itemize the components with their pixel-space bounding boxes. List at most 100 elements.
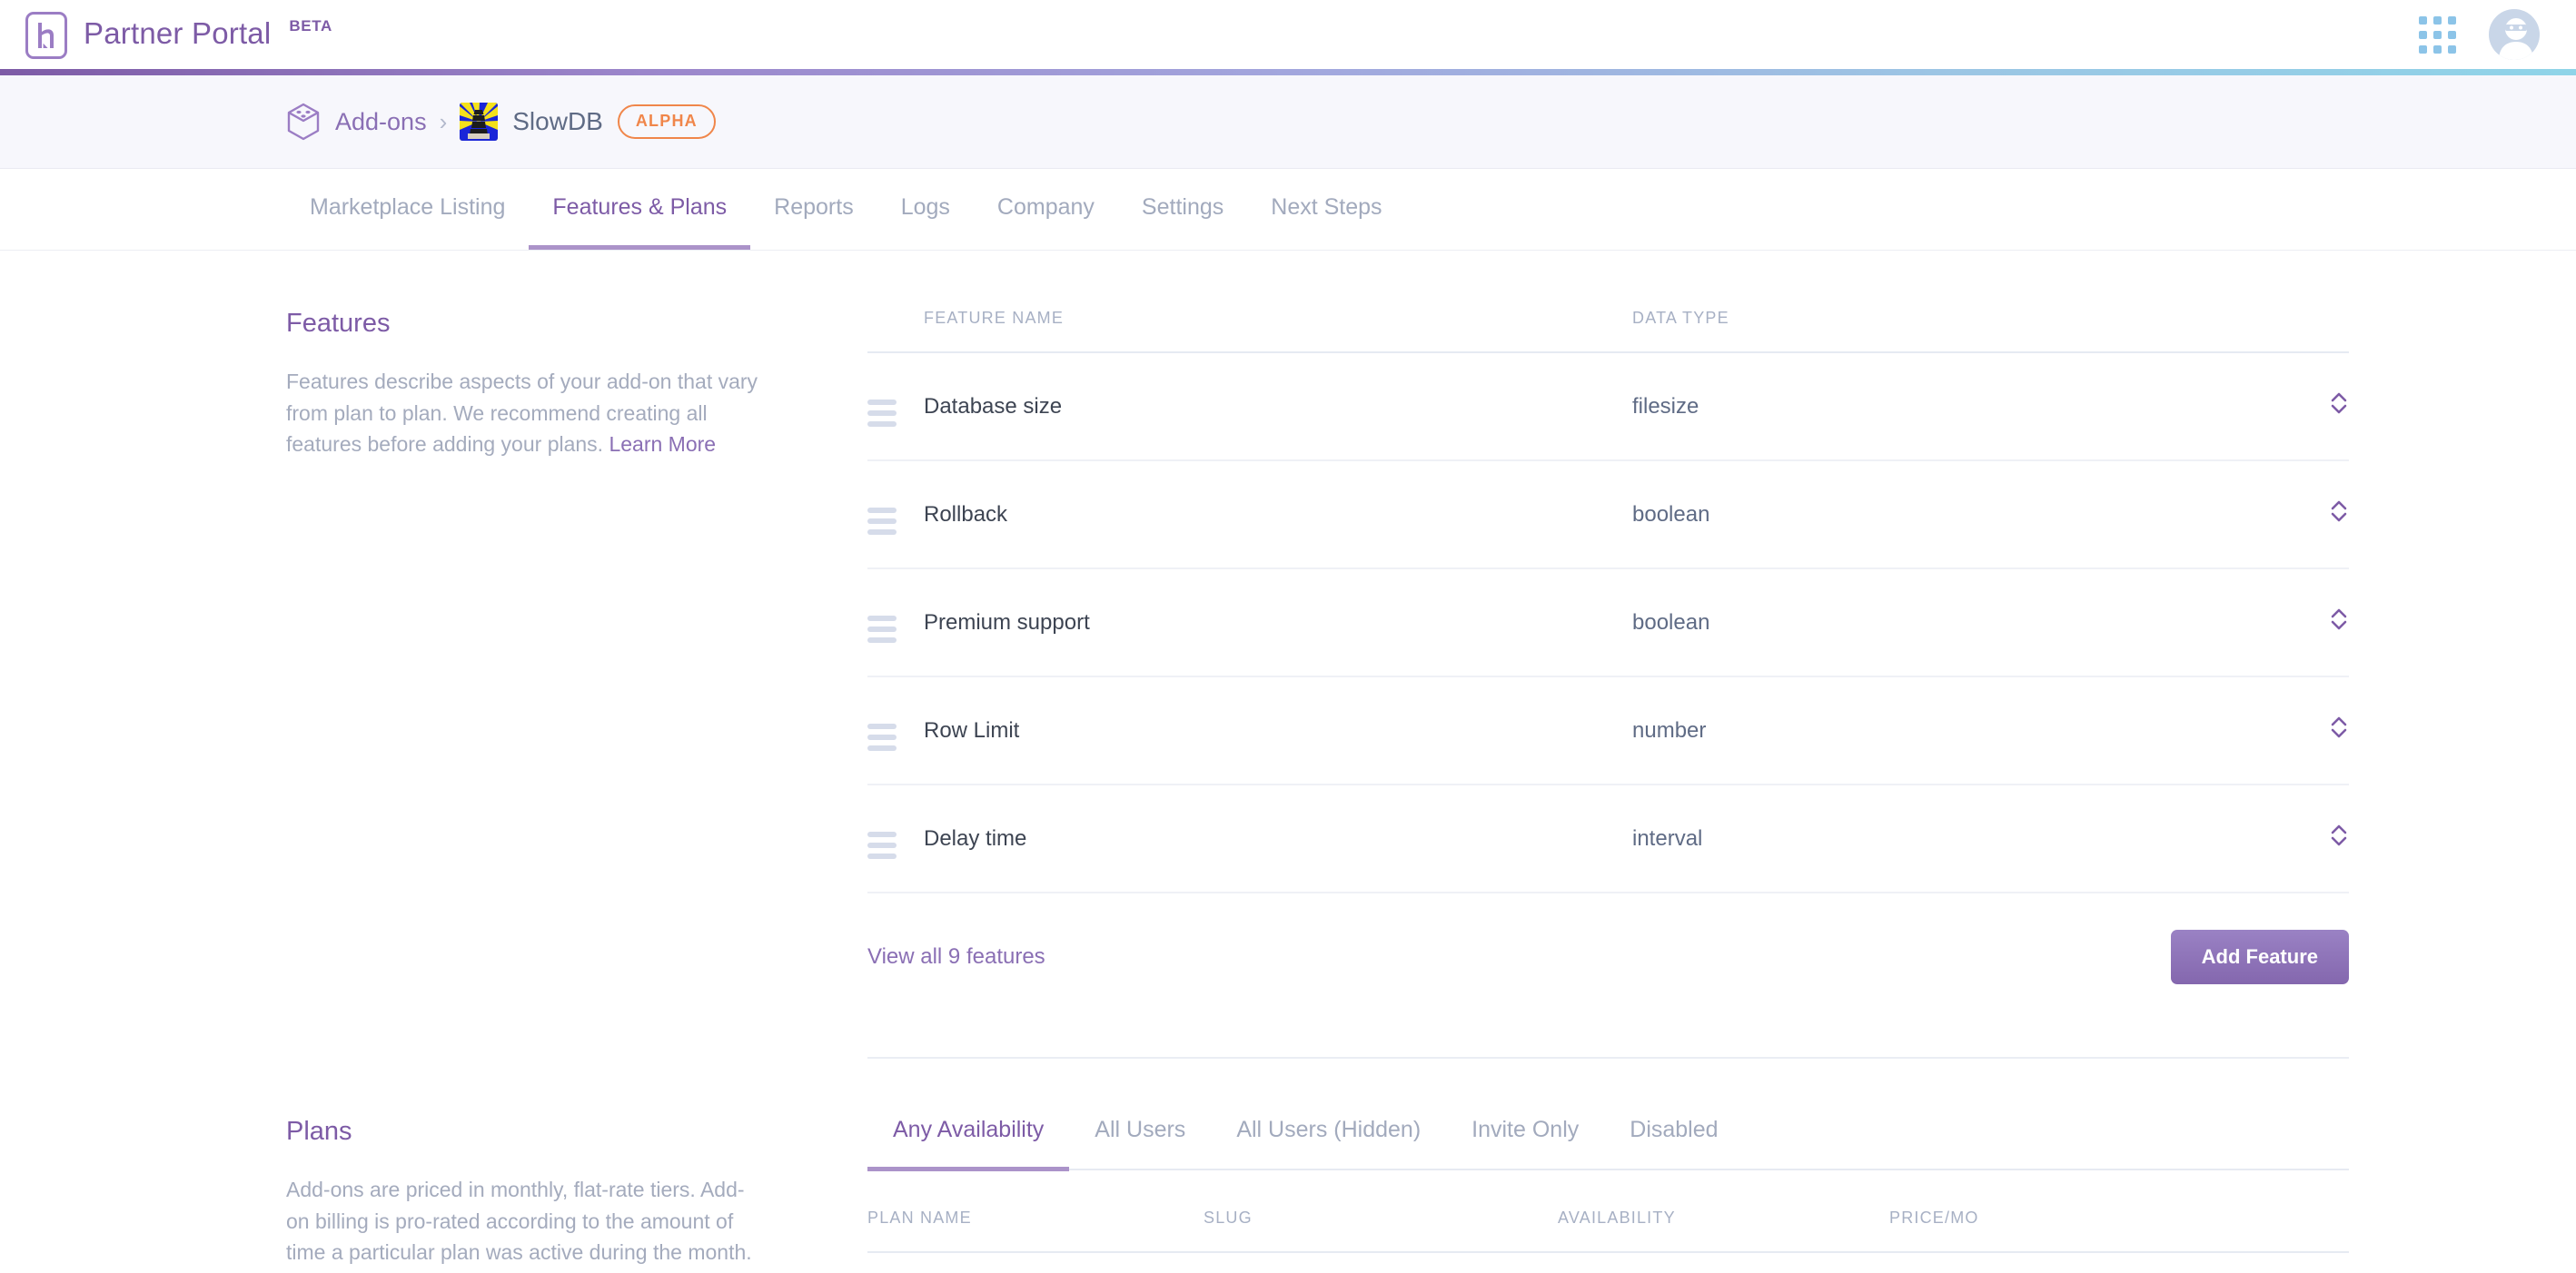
features-col-handle [867,309,924,353]
feature-drag-handle[interactable] [867,352,924,461]
breadcrumb-item-addon[interactable]: SlowDB [460,103,603,141]
plans-table: PLAN NAME SLUG AVAILABILITY PRICE/MO Dem… [867,1170,2349,1273]
page-body: Features Features describe aspects of yo… [0,251,2576,1273]
plans-col-availability: AVAILABILITY [1558,1170,1889,1253]
table-row[interactable]: Demo demo-db Invite Only $0.00 [867,1252,2349,1273]
features-heading: Features [286,309,391,338]
chevron-up-down-icon [2331,500,2347,522]
feature-data-type: filesize [1632,352,2285,461]
view-all-features-link[interactable]: View all 9 features [867,944,1045,970]
breadcrumb: Add-ons › SlowDB ALPHA [0,75,2576,169]
features-section: Features Features describe aspects of yo… [286,251,2349,1059]
features-col-type: DATA TYPE [1632,309,2285,353]
plan-price: $0.00 [1889,1252,2285,1273]
features-col-name: FEATURE NAME [924,309,1632,353]
slowdb-addon-artwork-icon [460,103,499,141]
drag-handle-icon[interactable] [867,832,897,859]
tab-next-steps[interactable]: Next Steps [1247,169,1405,250]
features-aside: Features Features describe aspects of yo… [286,309,867,1059]
feature-sort-control[interactable] [2285,676,2349,785]
add-feature-button[interactable]: Add Feature [2170,930,2349,984]
features-header-row: FEATURE NAME DATA TYPE [867,309,2349,353]
feature-sort-control[interactable] [2285,460,2349,569]
table-row[interactable]: Row Limit number [867,676,2349,785]
section-divider [867,1057,2349,1059]
features-table: FEATURE NAME DATA TYPE Database size fil… [867,309,2349,893]
features-table-head: FEATURE NAME DATA TYPE [867,309,2349,353]
features-learn-more-link[interactable]: Learn More [609,432,716,456]
drag-handle-icon[interactable] [867,400,897,427]
plan-availability[interactable]: Invite Only [1558,1252,1889,1273]
plan-sort-control[interactable] [2285,1252,2349,1273]
addons-box-icon [287,103,320,141]
table-row[interactable]: Database size filesize [867,352,2349,461]
features-col-sort [2285,309,2349,353]
chevron-up-down-icon [2331,608,2347,630]
features-table-body: Database size filesize Rollback boolean … [867,352,2349,893]
table-row[interactable]: Premium support boolean [867,568,2349,677]
heroku-glyph-icon [38,23,54,48]
feature-name: Premium support [924,568,1632,677]
table-row[interactable]: Delay time interval [867,785,2349,893]
feature-name: Database size [924,352,1632,461]
tab-reports[interactable]: Reports [750,169,877,250]
feature-sort-control[interactable] [2285,352,2349,461]
plans-section: Plans Add-ons are priced in monthly, fla… [286,1059,2349,1273]
tab-logs[interactable]: Logs [877,169,974,250]
filter-tab-all-users[interactable]: All Users [1069,1117,1211,1171]
drag-handle-icon[interactable] [867,508,897,535]
plans-table-head: PLAN NAME SLUG AVAILABILITY PRICE/MO [867,1170,2349,1253]
plans-header-row: PLAN NAME SLUG AVAILABILITY PRICE/MO [867,1170,2349,1253]
plan-slug: demo-db [1204,1252,1558,1273]
feature-name: Row Limit [924,676,1632,785]
table-row[interactable]: Rollback boolean [867,460,2349,569]
feature-drag-handle[interactable] [867,568,924,677]
feature-drag-handle[interactable] [867,676,924,785]
plans-aside: Plans Add-ons are priced in monthly, fla… [286,1117,867,1273]
header-actions [2419,9,2540,60]
chevron-up-down-icon [2331,716,2347,738]
breadcrumb-item-addons[interactable]: Add-ons [286,103,427,141]
plans-col-sort [2285,1170,2349,1253]
filter-tab-all-users-hidden[interactable]: All Users (Hidden) [1211,1117,1446,1171]
feature-name: Delay time [924,785,1632,893]
feature-sort-control[interactable] [2285,568,2349,677]
feature-data-type: boolean [1632,568,2285,677]
filter-tab-any-availability[interactable]: Any Availability [867,1117,1070,1171]
heroku-logo-icon [25,12,67,59]
plan-name: Demo [867,1252,1204,1273]
grid-apps-icon[interactable] [2419,15,2456,54]
user-avatar-ninja-icon [2499,18,2533,60]
plans-heading: Plans [286,1117,352,1146]
app-header: Partner Portal BETA [0,0,2576,69]
tab-company[interactable]: Company [974,169,1118,250]
main-nav-tabs: Marketplace Listing Features & Plans Rep… [0,169,2576,251]
features-content: FEATURE NAME DATA TYPE Database size fil… [867,309,2349,1059]
filter-tab-invite-only[interactable]: Invite Only [1446,1117,1604,1171]
tab-features-plans[interactable]: Features & Plans [529,169,751,250]
tab-settings[interactable]: Settings [1118,169,1247,250]
chevron-up-down-icon [2331,824,2347,846]
tab-marketplace-listing[interactable]: Marketplace Listing [286,169,529,250]
avatar[interactable] [2489,9,2540,60]
feature-drag-handle[interactable] [867,460,924,569]
plans-filter-tabs: Any Availability All Users All Users (Hi… [867,1117,2349,1171]
status-badge: ALPHA [617,104,716,139]
drag-handle-icon[interactable] [867,724,897,751]
chevron-up-down-icon [2331,392,2347,414]
feature-name: Rollback [924,460,1632,569]
page-title: Partner Portal [84,16,272,50]
brand-block[interactable]: Partner Portal BETA [25,10,332,59]
feature-sort-control[interactable] [2285,785,2349,893]
feature-data-type: boolean [1632,460,2285,569]
features-table-footer: View all 9 features Add Feature [867,893,2349,984]
plans-description-text: Add-ons are priced in monthly, flat-rate… [286,1178,752,1264]
feature-data-type: interval [1632,785,2285,893]
feature-data-type: number [1632,676,2285,785]
slowdb-addon-icon [460,103,499,141]
filter-tab-disabled[interactable]: Disabled [1604,1117,1743,1171]
plans-col-price: PRICE/MO [1889,1170,2285,1253]
feature-drag-handle[interactable] [867,785,924,893]
drag-handle-icon[interactable] [867,616,897,643]
plans-description: Add-ons are priced in monthly, flat-rate… [286,1174,768,1273]
